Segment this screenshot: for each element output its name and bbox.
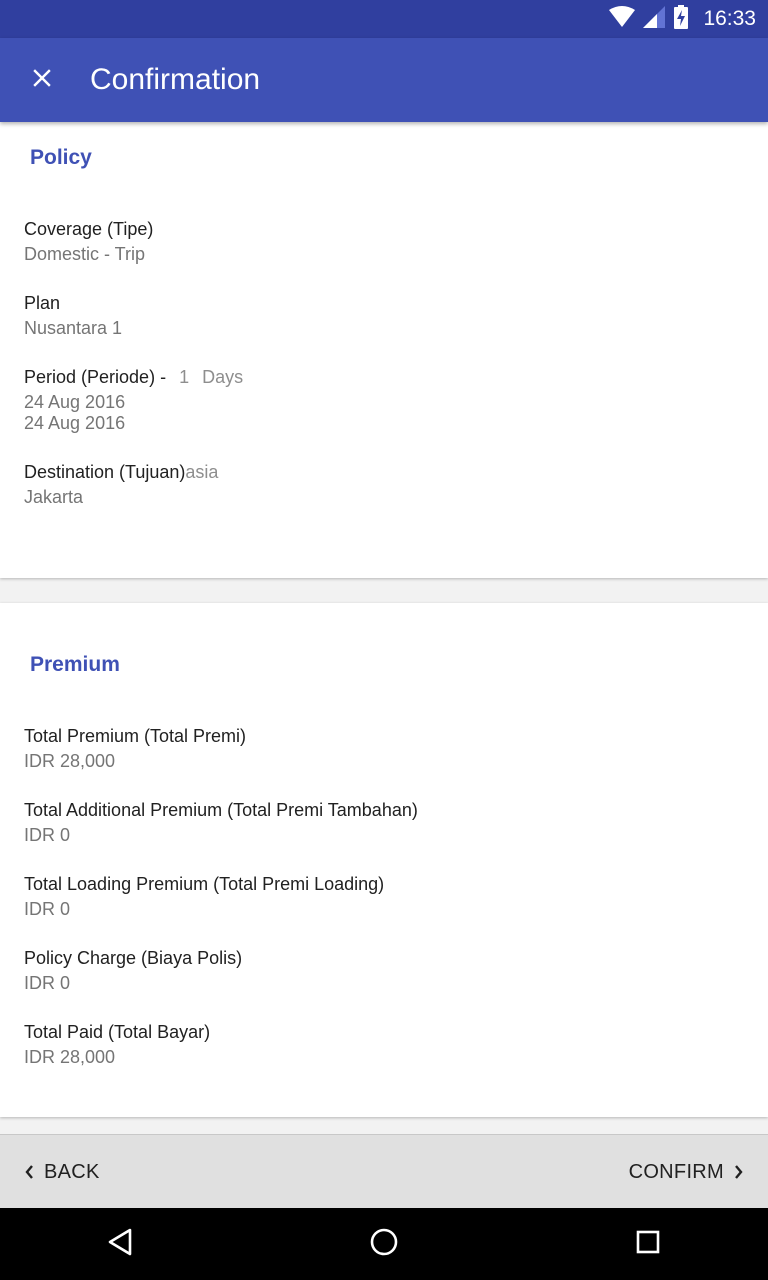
- premium-item: Total Paid (Total Bayar) IDR 28,000: [24, 1022, 210, 1068]
- period-label: Period (Periode) -: [24, 367, 167, 387]
- premium-item-label: Total Loading Premium (Total Premi Loadi…: [24, 874, 385, 894]
- confirm-button-label: CONFIRM: [628, 1160, 724, 1183]
- premium-item-label: Total Premium (Total Premi): [24, 726, 247, 746]
- wifi-icon: [609, 5, 636, 33]
- plan-value: Nusantara 1: [24, 318, 123, 338]
- premium-item-value: IDR 0: [24, 973, 71, 993]
- policy-card: Policy Coverage (Tipe) Domestic - Trip P…: [0, 122, 768, 578]
- back-button[interactable]: BACK: [24, 1135, 100, 1209]
- plan-label: Plan: [24, 293, 61, 313]
- premium-section-title: Premium: [30, 653, 120, 676]
- period-field: Period (Periode) - 1 Days 24 Aug 2016 24…: [24, 367, 243, 434]
- nav-back-button[interactable]: [102, 1226, 138, 1262]
- premium-item-value: IDR 0: [24, 825, 71, 845]
- destination-label: Destination (Tujuan): [24, 462, 186, 482]
- page-title: Confirmation: [90, 63, 261, 96]
- premium-item-value: IDR 28,000: [24, 751, 116, 771]
- bottom-action-bar: BACK CONFIRM: [0, 1134, 768, 1209]
- premium-item-value: IDR 0: [24, 899, 71, 919]
- period-start-date: 24 Aug 2016: [24, 392, 126, 412]
- destination-region: asia: [185, 462, 219, 482]
- status-time: 16:33: [703, 7, 756, 30]
- premium-item-label: Total Additional Premium (Total Premi Ta…: [24, 800, 418, 820]
- nav-back-icon: [106, 1227, 134, 1262]
- premium-item: Total Loading Premium (Total Premi Loadi…: [24, 874, 384, 920]
- close-button[interactable]: [20, 58, 64, 102]
- nav-recents-button[interactable]: [630, 1226, 666, 1262]
- plan-field: Plan Nusantara 1: [24, 293, 122, 339]
- confirm-button[interactable]: CONFIRM: [629, 1135, 744, 1209]
- premium-item-label: Policy Charge (Biaya Polis): [24, 948, 243, 968]
- premium-item-label: Total Paid (Total Bayar): [24, 1022, 211, 1042]
- coverage-field: Coverage (Tipe) Domestic - Trip: [24, 219, 153, 265]
- back-button-label: BACK: [44, 1160, 100, 1183]
- nav-home-button[interactable]: [366, 1226, 402, 1262]
- premium-item: Total Additional Premium (Total Premi Ta…: [24, 800, 418, 846]
- nav-recents-icon: [635, 1229, 661, 1260]
- premium-item-value: IDR 28,000: [24, 1047, 116, 1067]
- system-nav-bar: [0, 1208, 768, 1280]
- coverage-label: Coverage (Tipe): [24, 219, 154, 239]
- period-days-unit: Days: [202, 367, 244, 387]
- close-icon: [33, 68, 51, 92]
- status-icons: 16:33: [609, 0, 756, 38]
- destination-value: Jakarta: [24, 487, 84, 507]
- premium-card: Premium Total Premium (Total Premi) IDR …: [0, 603, 768, 1117]
- coverage-value: Domestic - Trip: [24, 244, 146, 264]
- nav-home-icon: [369, 1227, 399, 1262]
- policy-section-title: Policy: [30, 146, 92, 169]
- premium-item: Policy Charge (Biaya Polis) IDR 0: [24, 948, 242, 994]
- chevron-right-icon: [734, 1164, 744, 1180]
- destination-field: Destination (Tujuan)asia Jakarta: [24, 462, 218, 508]
- period-end-date: 24 Aug 2016: [24, 413, 126, 433]
- status-bar: 16:33: [0, 0, 768, 38]
- battery-charging-icon: [673, 4, 689, 34]
- app-bar: Confirmation: [0, 38, 768, 122]
- premium-item: Total Premium (Total Premi) IDR 28,000: [24, 726, 246, 772]
- period-days-count: 1: [179, 367, 190, 387]
- signal-icon: [643, 5, 666, 33]
- chevron-left-icon: [24, 1164, 34, 1180]
